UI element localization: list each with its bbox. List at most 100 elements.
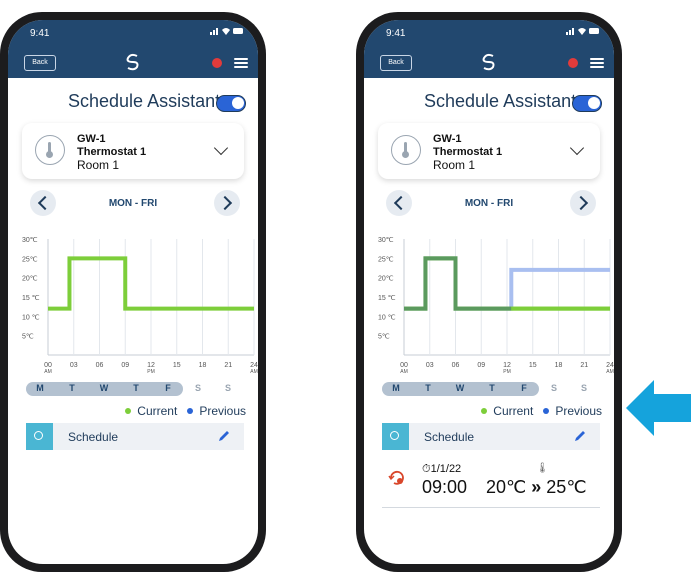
x-tick-label: 03 (426, 362, 434, 369)
x-tick-label: 24 (606, 362, 614, 369)
weekday-sat[interactable]: S (546, 383, 562, 393)
weekday-fri[interactable]: F (160, 383, 176, 393)
schedule-event[interactable]: ⏱1/1/22 🌡 09:00 20℃ » 25℃ (382, 457, 600, 508)
event-time: 09:00 (422, 477, 468, 497)
thermometer-icon (35, 135, 65, 165)
x-tick-sublabel: PM (147, 369, 155, 375)
weekday-bar: M T W T F S S (382, 382, 604, 396)
event-temps: 20℃ » 25℃ (486, 477, 587, 498)
schedule-bar[interactable]: Schedule (26, 423, 244, 450)
nav-bar: Back (8, 48, 258, 78)
schedule-clock-icon (382, 423, 409, 450)
legend-current: Current (493, 404, 534, 418)
thermometer-icon (391, 135, 421, 165)
device-name: Thermostat 1 (433, 146, 503, 158)
day-selector: MON - FRI (364, 187, 614, 217)
temperature-chart: 00AM03 06 09 12PM15 18 21 24AM30℃25℃20℃15 ℃10 … (22, 237, 258, 375)
schedule-assistant-toggle[interactable] (572, 95, 602, 112)
device-card[interactable]: GW-1 Thermostat 1 Room 1 (22, 123, 244, 179)
weekday-sun[interactable]: S (220, 383, 236, 393)
x-tick-label: 21 (580, 362, 588, 369)
x-tick-label: 09 (477, 362, 485, 369)
thermometer-small-icon: 🌡 (536, 463, 549, 474)
arrow-pointer-icon (626, 380, 691, 436)
x-tick-label: 03 (70, 362, 78, 369)
next-day-button[interactable] (214, 190, 240, 216)
legend-current: Current (137, 404, 178, 418)
app-screen-left: 9:41 Back Schedule Assistant GW-1 Thermo… (8, 20, 258, 564)
previous-dot-icon (543, 408, 550, 414)
signal-icon (566, 26, 600, 36)
x-tick-label: 06 (96, 362, 104, 369)
schedule-change-icon (388, 470, 404, 485)
x-tick-label: 00 (44, 362, 52, 369)
menu-icon[interactable] (590, 58, 604, 68)
y-tick-label: 30℃ (22, 237, 38, 244)
x-tick-label: 15 (529, 362, 537, 369)
x-tick-label: 18 (555, 362, 563, 369)
x-tick-label: 09 (121, 362, 129, 369)
y-tick-label: 25℃ (378, 256, 394, 263)
page-title: Schedule Assistant (424, 91, 577, 111)
status-bar: 9:41 (364, 20, 614, 48)
temperature-chart: 00AM03 06 09 12PM15 18 21 24AM30℃25℃20℃15 ℃10 … (378, 237, 614, 375)
schedule-assistant-row: Schedule Assistant (8, 78, 258, 122)
weekday-sun[interactable]: S (576, 383, 592, 393)
chevron-right-icon (573, 195, 589, 211)
next-day-button[interactable] (570, 190, 596, 216)
alert-icon[interactable] (568, 58, 578, 68)
phone-right: 9:41 Back Schedule Assistant GW-1 Thermo… (356, 12, 622, 572)
schedule-assistant-toggle[interactable] (216, 95, 246, 112)
x-tick-label: 18 (199, 362, 207, 369)
event-to-temp: 25℃ (546, 477, 587, 497)
status-bar: 9:41 (8, 20, 258, 48)
app-screen-right: 9:41 Back Schedule Assistant GW-1 Thermo… (364, 20, 614, 564)
x-tick-label: 21 (224, 362, 232, 369)
x-tick-label: 00 (400, 362, 408, 369)
pencil-icon[interactable] (218, 430, 230, 442)
weekday-wed[interactable]: W (96, 383, 112, 393)
chevron-down-icon[interactable] (213, 140, 229, 156)
back-button[interactable]: Back (380, 55, 412, 71)
weekday-mon[interactable]: M (32, 383, 48, 393)
stopwatch-icon: ⏱ (422, 463, 431, 475)
schedule-bar[interactable]: Schedule (382, 423, 600, 450)
weekday-tue[interactable]: T (64, 383, 80, 393)
device-card[interactable]: GW-1 Thermostat 1 Room 1 (378, 123, 600, 179)
y-tick-label: 15 ℃ (22, 295, 40, 302)
legend-previous: Previous (199, 404, 246, 418)
schedule-label: Schedule (68, 430, 119, 444)
series-line-overlap (404, 256, 512, 311)
weekday-thu[interactable]: T (484, 383, 500, 393)
x-tick-label: 12 (503, 362, 511, 369)
x-tick-sublabel: AM (400, 369, 408, 375)
chart-legend: Current Previous (481, 404, 602, 418)
app-logo-icon (482, 53, 495, 71)
menu-icon[interactable] (234, 58, 248, 68)
y-tick-label: 5℃ (378, 334, 390, 341)
previous-dot-icon (187, 408, 194, 414)
x-tick-label: 12 (147, 362, 155, 369)
weekday-mon[interactable]: M (388, 383, 404, 393)
weekday-fri[interactable]: F (516, 383, 532, 393)
current-dot-icon (125, 408, 132, 414)
current-dot-icon (481, 408, 488, 414)
x-tick-label: 06 (452, 362, 460, 369)
y-tick-label: 30℃ (378, 237, 394, 244)
weekday-sat[interactable]: S (190, 383, 206, 393)
weekday-thu[interactable]: T (128, 383, 144, 393)
alert-icon[interactable] (212, 58, 222, 68)
x-tick-label: 15 (173, 362, 181, 369)
app-logo-icon (126, 53, 139, 71)
chevron-down-icon[interactable] (569, 140, 585, 156)
back-button[interactable]: Back (24, 55, 56, 71)
schedule-clock-icon (26, 423, 53, 450)
y-tick-label: 15 ℃ (378, 295, 396, 302)
device-room: Room 1 (433, 158, 476, 172)
x-tick-sublabel: AM (250, 369, 258, 375)
pencil-icon[interactable] (574, 430, 586, 442)
event-date: ⏱1/1/22 (422, 463, 462, 475)
y-tick-label: 20℃ (378, 276, 394, 283)
weekday-tue[interactable]: T (420, 383, 436, 393)
weekday-wed[interactable]: W (452, 383, 468, 393)
